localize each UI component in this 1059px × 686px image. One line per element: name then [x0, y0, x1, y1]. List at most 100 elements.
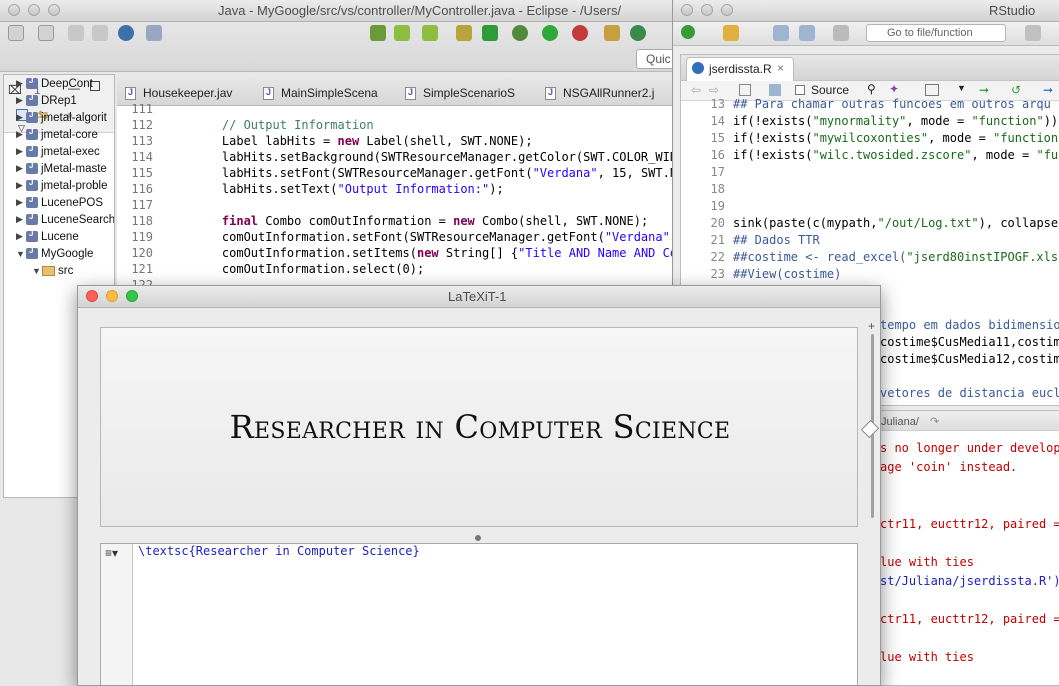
- new-wizard-icon[interactable]: [38, 25, 54, 41]
- source-file-icon[interactable]: ➞: [1043, 83, 1053, 97]
- expand-arrow-icon[interactable]: ▶: [16, 129, 26, 140]
- tab-mainsimplescenario[interactable]: MainSimpleScena: [263, 82, 378, 104]
- java-project-icon: [26, 127, 38, 140]
- expand-arrow-icon[interactable]: ▶: [16, 214, 26, 225]
- minimize-button[interactable]: [28, 4, 40, 16]
- expand-arrow-icon[interactable]: ▶: [16, 146, 26, 157]
- new-file-icon[interactable]: [681, 25, 695, 39]
- tree-item[interactable]: ▶ jMetal-maste: [16, 160, 107, 177]
- tree-item[interactable]: ▶ LuceneSearch: [16, 211, 114, 228]
- code-line: final Combo comOutInformation = new Comb…: [221, 214, 649, 228]
- run-config-icon[interactable]: [482, 25, 498, 41]
- grid-layout-icon[interactable]: [1025, 25, 1041, 41]
- save-all-icon[interactable]: [92, 25, 108, 41]
- latex-source-text[interactable]: \textsc{Researcher in Computer Science}: [138, 544, 420, 558]
- go-to-dir-icon[interactable]: ↷: [930, 416, 939, 428]
- tab-nsgaiirunner2[interactable]: NSGAllRunner2.j: [545, 82, 654, 104]
- tree-item[interactable]: ▼ src: [32, 262, 73, 279]
- search-icon[interactable]: [630, 25, 646, 41]
- print-icon[interactable]: [833, 25, 849, 41]
- checklist-icon[interactable]: [422, 25, 438, 41]
- find-icon[interactable]: ⚲: [867, 82, 876, 96]
- latex-source-editor[interactable]: ≡▾ \textsc{Researcher in Computer Scienc…: [100, 543, 858, 685]
- tree-item[interactable]: ▶ DeepCont: [16, 75, 93, 92]
- go-to-file-input[interactable]: Go to file/function: [866, 24, 1006, 42]
- window-title: Java - MyGoogle/src/vs/controller/MyCont…: [218, 3, 622, 18]
- quick-access-field[interactable]: Quic: [636, 49, 672, 69]
- run-line-icon[interactable]: ➞: [979, 83, 989, 97]
- rerun-icon[interactable]: ↺: [1011, 83, 1021, 97]
- source-folder-icon: [42, 265, 55, 276]
- dropdown-icon[interactable]: ▼: [957, 83, 966, 93]
- expand-arrow-icon[interactable]: ▶: [16, 231, 26, 242]
- expand-arrow-icon[interactable]: ▶: [16, 180, 26, 191]
- run-icon[interactable]: [542, 25, 558, 41]
- tab-simplescenario[interactable]: SimpleScenarioS: [405, 82, 515, 104]
- zoom-slider-knob[interactable]: [860, 419, 880, 439]
- close-tab-icon[interactable]: ×: [777, 61, 784, 75]
- expand-arrow-icon[interactable]: ▶: [16, 78, 26, 89]
- tree-item[interactable]: ▶ Lucene: [16, 228, 79, 245]
- debug-skip-icon[interactable]: [146, 25, 162, 41]
- build-icon[interactable]: [370, 25, 386, 41]
- options-menu-button[interactable]: ≡▾: [105, 546, 118, 560]
- tree-item[interactable]: ▶ jmetal-core: [16, 126, 98, 143]
- tree-item[interactable]: ▶ DRep1: [16, 92, 77, 109]
- code-tools-icon[interactable]: ✦: [889, 82, 899, 96]
- expand-arrow-icon[interactable]: ▼: [16, 249, 26, 259]
- tree-item-label: MyGoogle: [41, 247, 94, 260]
- line-number: 117: [131, 198, 153, 212]
- java-project-icon: [26, 178, 38, 191]
- save-all-icon[interactable]: [799, 25, 815, 41]
- tree-item[interactable]: ▶ jmetal-exec: [16, 143, 100, 160]
- open-file-icon[interactable]: [723, 25, 739, 41]
- zoom-button[interactable]: [48, 4, 60, 16]
- code-line: labHits.setText("Output Information:");: [193, 182, 504, 196]
- source-on-save-checkbox[interactable]: [795, 85, 805, 95]
- minimize-button[interactable]: [106, 290, 118, 302]
- expand-arrow-icon[interactable]: ▼: [32, 266, 42, 276]
- java-project-icon: [26, 161, 38, 174]
- external-tools-icon[interactable]: [572, 25, 588, 41]
- close-button[interactable]: [86, 290, 98, 302]
- code-line: comOutInformation.setItems(new String[] …: [193, 246, 672, 260]
- zoom-button[interactable]: [126, 290, 138, 302]
- save-icon[interactable]: [773, 25, 789, 41]
- equation-preview[interactable]: Researcher in Computer Science: [100, 327, 858, 527]
- expand-arrow-icon[interactable]: ▶: [16, 197, 26, 208]
- expand-arrow-icon[interactable]: ▶: [16, 112, 26, 123]
- zoom-in-icon[interactable]: +: [868, 319, 875, 333]
- minimize-button[interactable]: [701, 4, 713, 16]
- open-type-icon[interactable]: [604, 25, 620, 41]
- close-button[interactable]: [8, 4, 20, 16]
- line-number: 18: [710, 182, 725, 196]
- save-icon[interactable]: [769, 84, 781, 96]
- console-line: ctr11, eucttr12, paired =: [880, 517, 1059, 531]
- zoom-button[interactable]: [721, 4, 733, 16]
- back-icon[interactable]: ⇦: [691, 83, 701, 97]
- expand-arrow-icon[interactable]: ▶: [16, 163, 26, 174]
- split-handle[interactable]: [475, 535, 481, 541]
- tab-jserdissta[interactable]: jserdissta.R ×: [686, 57, 794, 81]
- console-line: lue with ties: [880, 650, 974, 664]
- compile-report-icon[interactable]: [925, 84, 939, 96]
- tree-item[interactable]: ▶ LucenePOS: [16, 194, 103, 211]
- java-file-icon: [263, 86, 274, 100]
- window-title: RStudio: [989, 3, 1036, 18]
- close-button[interactable]: [681, 4, 693, 16]
- tab-housekeeper[interactable]: Housekeeper.jav: [125, 82, 232, 104]
- eclipse-toolbar: Quic: [0, 22, 672, 72]
- debug-icon[interactable]: [512, 25, 528, 41]
- tree-item[interactable]: ▶ jmetal-algorit: [16, 109, 107, 126]
- line-number: 17: [710, 165, 725, 179]
- tree-item[interactable]: ▼ MyGoogle: [16, 245, 93, 262]
- forward-icon[interactable]: ⇨: [709, 83, 719, 97]
- new-class-icon[interactable]: [456, 25, 472, 41]
- tree-item[interactable]: ▶ jmetal-proble: [16, 177, 107, 194]
- expand-arrow-icon[interactable]: ▶: [16, 95, 26, 106]
- globe-icon[interactable]: [118, 25, 134, 41]
- save-icon[interactable]: [68, 25, 84, 41]
- task-icon[interactable]: [394, 25, 410, 41]
- new-icon[interactable]: [8, 25, 24, 41]
- show-in-window-icon[interactable]: [739, 84, 751, 96]
